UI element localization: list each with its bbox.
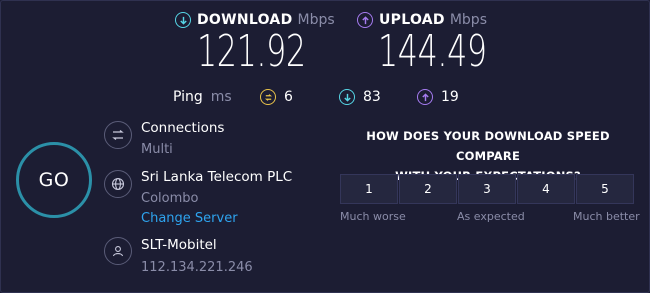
rating-hint-mid: As expected	[457, 210, 525, 223]
ping-download: 83	[339, 89, 381, 105]
connections-title: Connections	[141, 120, 225, 136]
rating-option-5[interactable]: 5	[576, 174, 634, 204]
rating-hint-low: Much worse	[340, 210, 406, 223]
ping-upload: 19	[417, 89, 459, 105]
go-button[interactable]: GO	[16, 142, 92, 218]
jitter-value: 6	[284, 89, 293, 105]
ping-jitter: 6	[260, 89, 293, 105]
rating-option-2[interactable]: 2	[399, 174, 457, 204]
download-arrow-icon	[175, 12, 191, 28]
ping-download-value: 83	[363, 89, 381, 105]
upload-speed-value: 144.49	[378, 26, 487, 77]
connections-icon[interactable]	[104, 121, 132, 149]
ping-upload-value: 19	[441, 89, 459, 105]
globe-icon	[104, 170, 132, 198]
rating-option-3[interactable]: 3	[458, 174, 516, 204]
upload-arrow-icon	[357, 12, 373, 28]
server-location: Colombo	[141, 191, 199, 206]
download-speed-value: 121.92	[197, 26, 306, 77]
jitter-icon	[260, 89, 276, 105]
provider-name: SLT-Mobitel	[141, 237, 217, 253]
connections-mode: Multi	[141, 142, 173, 157]
ping-upload-icon	[417, 89, 433, 105]
user-icon	[104, 237, 132, 265]
ping-download-icon	[339, 89, 355, 105]
ping-unit: ms	[210, 89, 232, 105]
rating-scale: 1 2 3 4 5	[340, 174, 634, 204]
change-server-link[interactable]: Change Server	[141, 211, 238, 226]
ping-label: Ping	[173, 89, 203, 105]
provider-ip: 112.134.221.246	[141, 260, 253, 275]
ping-label-group: Ping ms	[173, 89, 232, 105]
rating-option-4[interactable]: 4	[517, 174, 575, 204]
rating-option-1[interactable]: 1	[340, 174, 398, 204]
rating-hint-high: Much better	[573, 210, 640, 223]
survey-question-line-1: HOW DOES YOUR DOWNLOAD SPEED COMPARE	[366, 129, 610, 163]
server-name: Sri Lanka Telecom PLC	[141, 169, 293, 185]
